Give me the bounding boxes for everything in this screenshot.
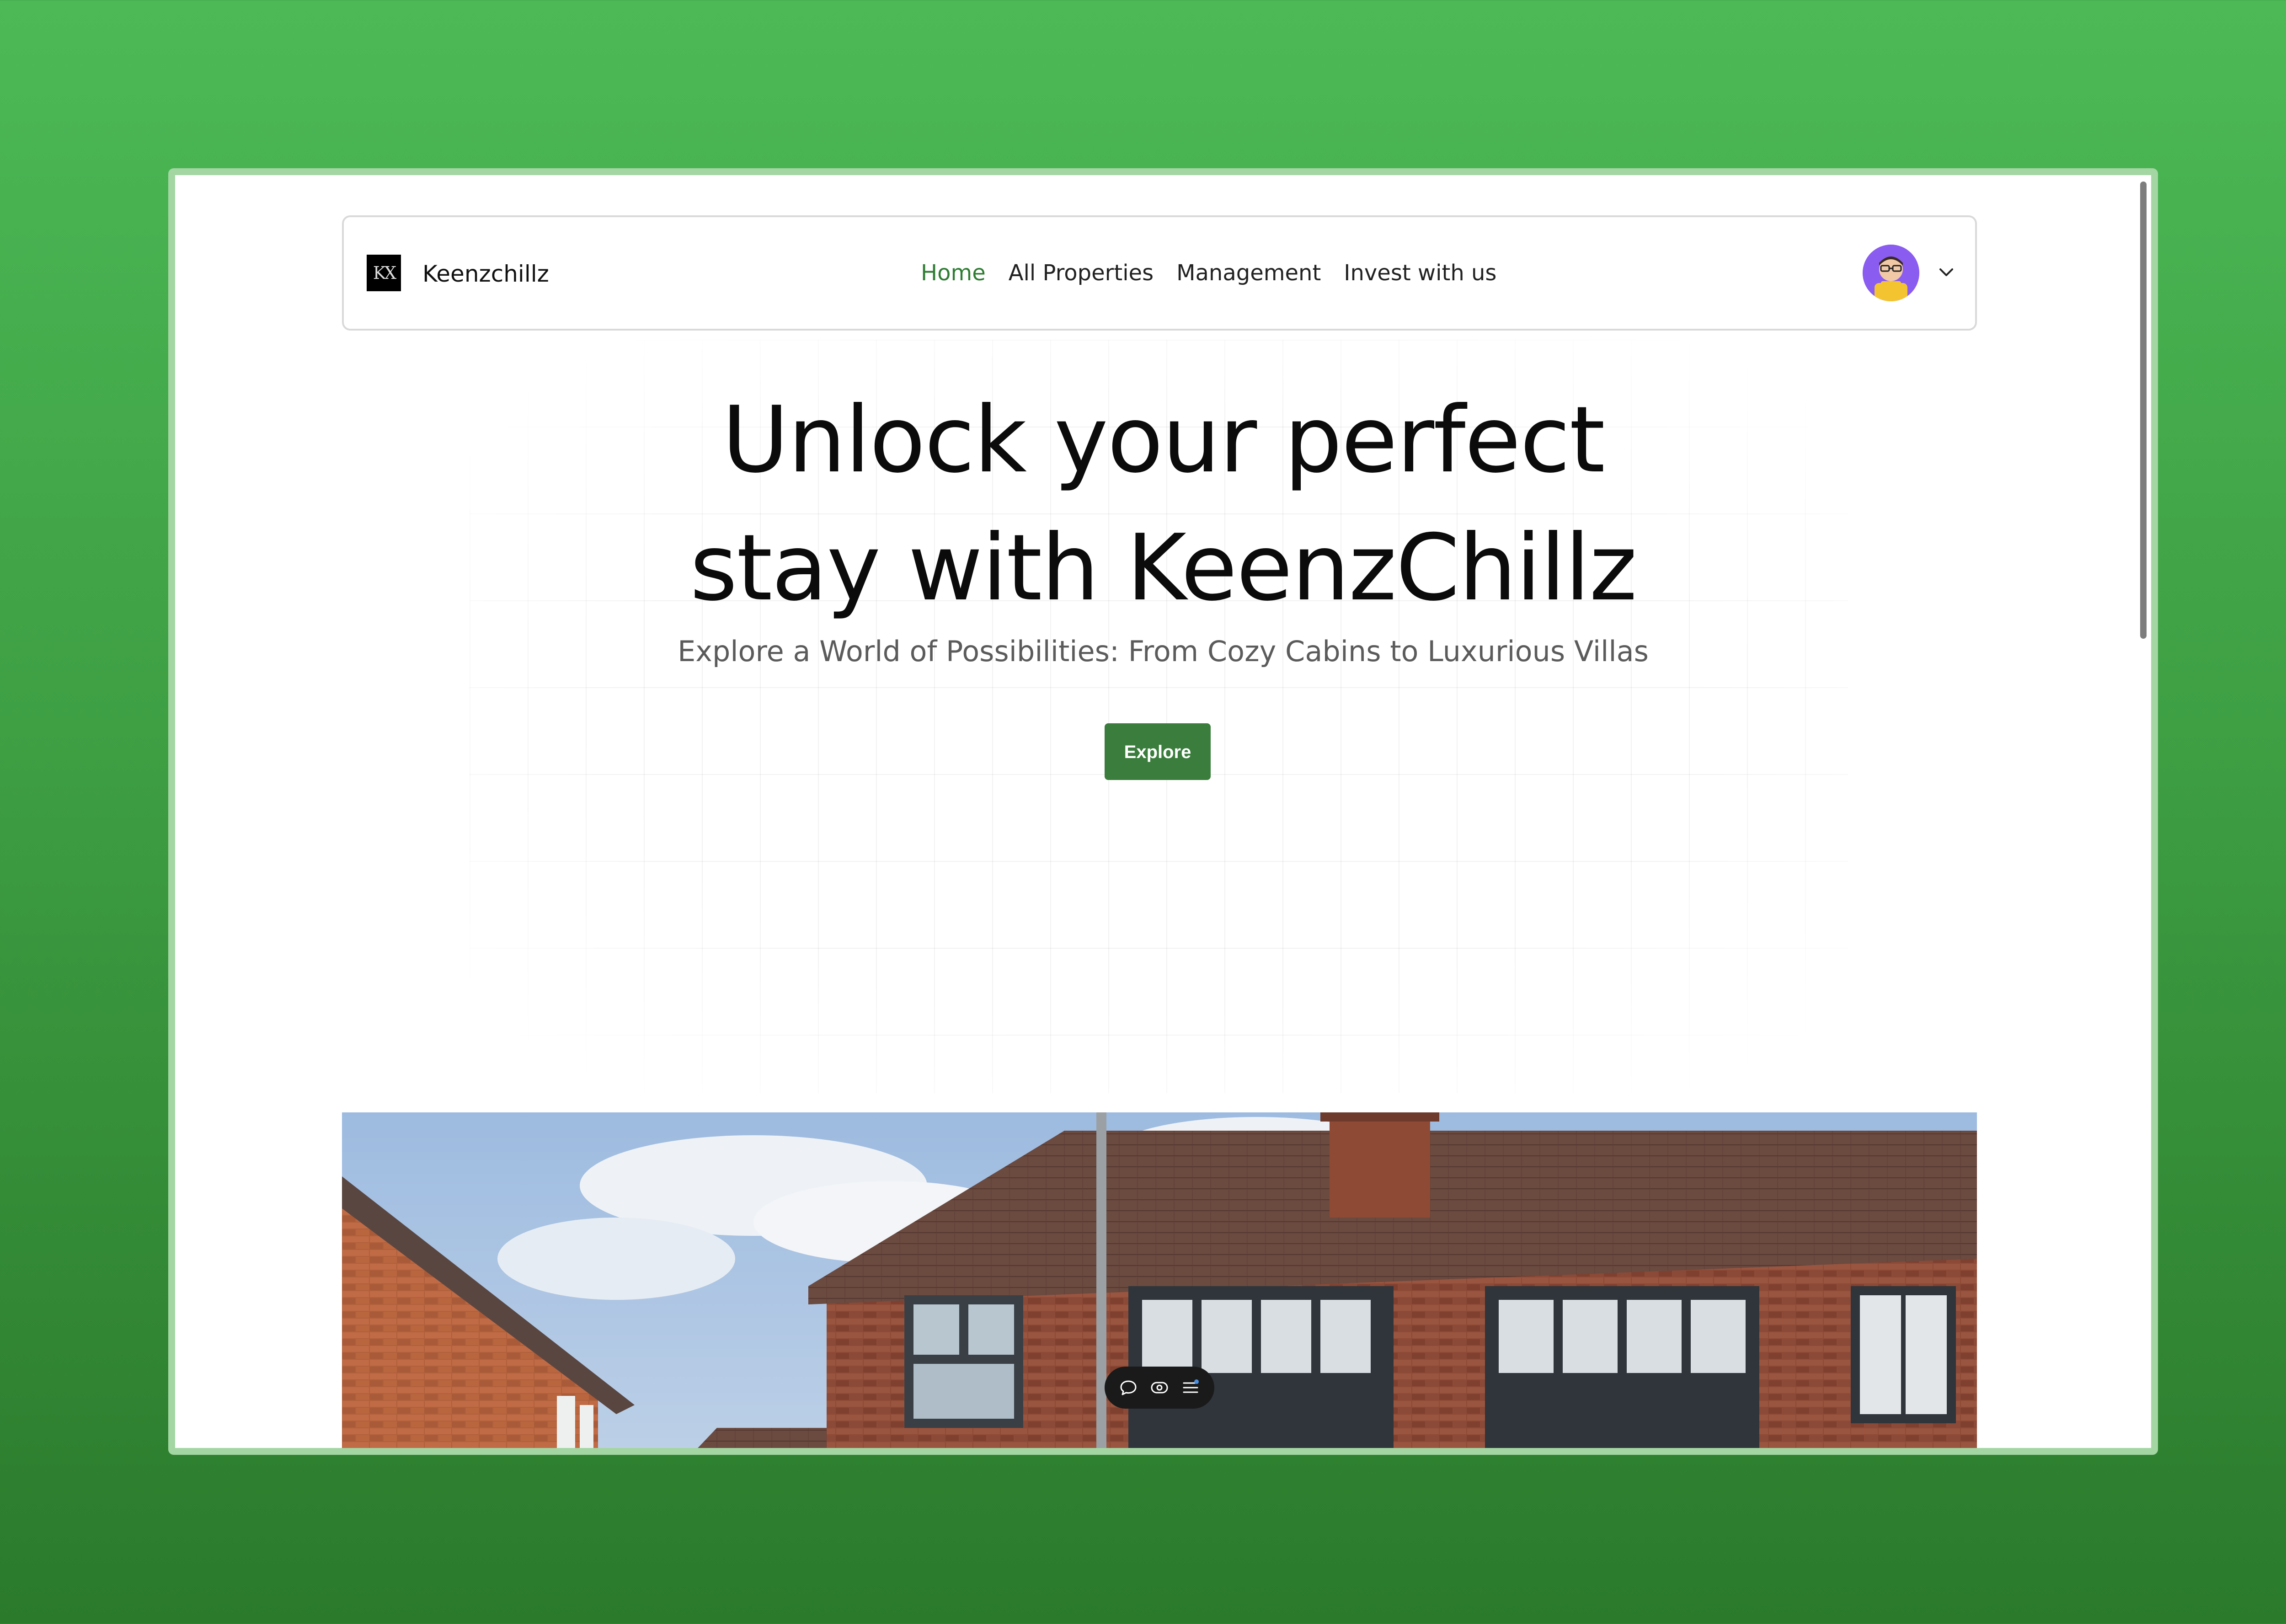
- landing-page: KX Keenzchillz Home All Properties Manag…: [175, 175, 2151, 1448]
- user-avatar[interactable]: [1863, 245, 1919, 301]
- explore-button[interactable]: Explore: [1105, 723, 1211, 780]
- nav-link-all-properties[interactable]: All Properties: [1009, 259, 1154, 287]
- hero-headline-line1: Unlock your perfect: [722, 387, 1605, 493]
- hero-headline-line2: stay with KeenzChillz: [689, 515, 1637, 621]
- vertical-scrollbar[interactable]: [2140, 182, 2147, 639]
- hero-headline: Unlock your perfect stay with KeenzChill…: [175, 376, 2151, 632]
- avatar-illustration: [1863, 245, 1919, 301]
- menu-list-icon[interactable]: [1180, 1377, 1201, 1398]
- comment-icon[interactable]: [1118, 1377, 1139, 1398]
- floating-toolbar: [1105, 1367, 1214, 1409]
- top-navbar: KX Keenzchillz Home All Properties Manag…: [342, 215, 1977, 331]
- brand-name[interactable]: Keenzchillz: [422, 260, 549, 288]
- nav-link-invest[interactable]: Invest with us: [1344, 259, 1496, 287]
- hero-subheadline: Explore a World of Possibilities: From C…: [678, 635, 1649, 668]
- nav-links: Home All Properties Management Invest wi…: [921, 259, 1496, 287]
- chevron-down-icon[interactable]: [1937, 263, 1956, 282]
- nav-link-home[interactable]: Home: [921, 259, 986, 287]
- eye-icon[interactable]: [1149, 1377, 1170, 1398]
- brand-logo[interactable]: KX: [367, 255, 401, 291]
- browser-window: KX Keenzchillz Home All Properties Manag…: [168, 168, 2158, 1455]
- nav-link-management[interactable]: Management: [1176, 259, 1321, 287]
